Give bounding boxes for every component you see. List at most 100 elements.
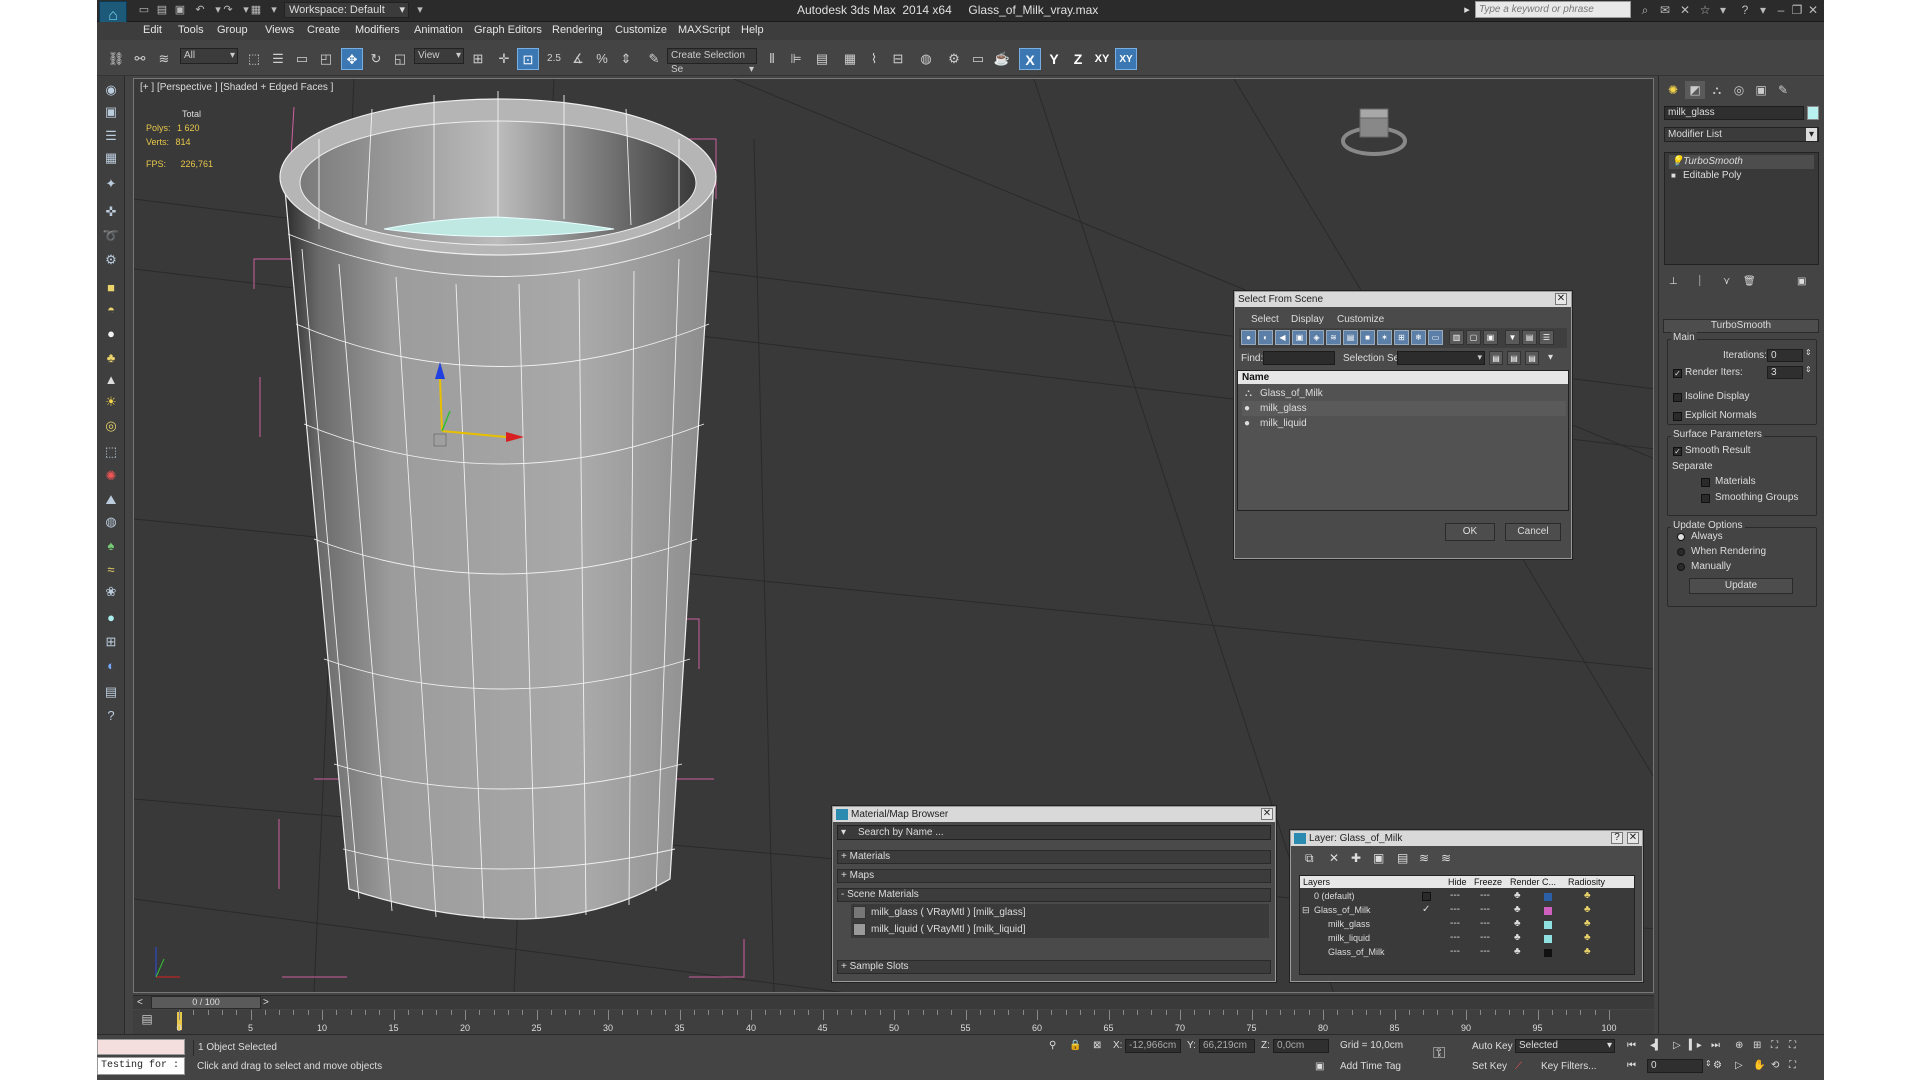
table-row[interactable]: milk_liquid --- --- ♣ ♣ xyxy=(1300,932,1634,946)
filter-icon[interactable]: ▼ xyxy=(1505,330,1520,345)
list-item[interactable]: ⛬ Glass_of_Milk xyxy=(1242,386,1566,401)
align-icon[interactable]: ⊫ xyxy=(785,48,807,70)
separate-materials-checkbox[interactable] xyxy=(1701,478,1710,487)
menu-create[interactable]: Create xyxy=(307,24,340,36)
next-frame-icon[interactable]: > xyxy=(263,997,269,1008)
restrict-plane-cycle-icon[interactable]: XY xyxy=(1115,48,1137,70)
column-hide[interactable]: Hide xyxy=(1448,876,1467,888)
hemisphere-icon[interactable]: ◓ xyxy=(101,300,121,320)
favorites-star-icon[interactable]: ☆ xyxy=(1697,2,1713,18)
delete-layer-icon[interactable]: ✕ xyxy=(1329,851,1339,865)
scene-materials-rollout[interactable]: - Scene Materials xyxy=(837,888,1271,902)
show-end-result-icon[interactable]: ⏐ xyxy=(1697,276,1703,287)
sfs-menu-customize[interactable]: Customize xyxy=(1337,314,1384,325)
freeze-toggle[interactable]: --- xyxy=(1480,932,1490,943)
update-when-rendering-radio[interactable] xyxy=(1677,548,1685,556)
render-teapot-icon[interactable]: ♣ xyxy=(1514,918,1521,929)
selection-set-remove-icon[interactable]: ▤ xyxy=(1525,351,1539,365)
hierarchy-tab-icon[interactable]: ⛬ xyxy=(1707,81,1727,99)
go-to-end-icon[interactable]: ⏭ xyxy=(1711,1040,1720,1051)
update-manually-radio[interactable] xyxy=(1677,563,1685,571)
rectangular-selection-icon[interactable]: ▭ xyxy=(291,48,313,70)
play-icon[interactable]: ▷ xyxy=(1673,1040,1681,1051)
freeze-all-icon[interactable]: ≋ xyxy=(1441,851,1451,865)
cone-icon[interactable]: ▲ xyxy=(101,370,121,390)
freeze-toggle[interactable]: --- xyxy=(1480,946,1490,957)
display-frozen-icon[interactable]: ❄ xyxy=(1411,330,1426,345)
percent-snap-icon[interactable]: % xyxy=(591,48,613,70)
layer-help-button[interactable]: ? xyxy=(1611,832,1623,844)
menu-animation[interactable]: Animation xyxy=(414,24,463,36)
close-window-icon[interactable]: ✕ xyxy=(1805,2,1821,18)
display-none-icon[interactable]: ▢ xyxy=(1466,330,1481,345)
hold-icon[interactable]: ▦ xyxy=(249,3,263,17)
display-all-icon[interactable]: ▥ xyxy=(1449,330,1464,345)
restrict-xy-button[interactable]: XY xyxy=(1091,48,1113,70)
add-to-layer-icon[interactable]: ✚ xyxy=(1351,851,1361,865)
layer-color-swatch[interactable] xyxy=(1544,935,1552,943)
foliage-icon[interactable]: ♠ xyxy=(101,536,121,556)
sun-icon[interactable]: ☀ xyxy=(101,392,121,412)
helper-icon[interactable]: ✜ xyxy=(101,202,121,222)
isoline-display-checkbox[interactable] xyxy=(1673,393,1682,402)
display-bones-icon[interactable]: ✶ xyxy=(1377,330,1392,345)
binoculars-icon[interactable]: ⌕ xyxy=(1637,2,1653,18)
filter-options-icon[interactable]: ▤ xyxy=(1522,330,1537,345)
add-time-tag-button[interactable]: Add Time Tag xyxy=(1340,1061,1401,1072)
table-row[interactable]: ⊟ Glass_of_Milk ✓ --- --- ♣ ♣ xyxy=(1300,904,1634,918)
select-in-layer-icon[interactable]: ▣ xyxy=(1373,851,1384,865)
hide-toggle[interactable]: --- xyxy=(1450,904,1460,915)
particle-icon[interactable]: ✺ xyxy=(101,466,121,486)
selection-filter-dropdown[interactable]: All ▾ xyxy=(180,48,238,64)
redo-icon[interactable]: ↷ xyxy=(221,3,235,17)
open-file-icon[interactable]: ▤ xyxy=(155,3,169,17)
table-icon[interactable]: ▦ xyxy=(101,148,121,168)
help-dropdown-icon[interactable]: ▾ xyxy=(1755,2,1771,18)
layer-color-swatch[interactable] xyxy=(1544,907,1552,915)
select-and-rotate-icon[interactable]: ↻ xyxy=(365,48,387,70)
display-spacewarps-icon[interactable]: ≋ xyxy=(1326,330,1341,345)
pivot-center-icon[interactable]: ⊞ xyxy=(467,48,489,70)
spinner-arrows-icon[interactable]: ⇕ xyxy=(1805,365,1812,374)
display-hidden-icon[interactable]: ▭ xyxy=(1428,330,1443,345)
remove-modifier-icon[interactable]: 🗑 xyxy=(1743,276,1756,287)
radiosity-icon[interactable]: ♣ xyxy=(1584,904,1591,915)
maps-rollout[interactable]: + Maps xyxy=(837,869,1271,883)
column-options-icon[interactable]: ☰ xyxy=(1539,330,1554,345)
restrict-y-button[interactable]: Y xyxy=(1043,48,1065,70)
field-of-view-icon[interactable]: ▷ xyxy=(1735,1060,1743,1071)
separate-smoothing-groups-checkbox[interactable] xyxy=(1701,494,1710,503)
explicit-normals-checkbox[interactable] xyxy=(1673,412,1682,421)
zoom-extents-icon[interactable]: ⛶ xyxy=(1771,1040,1778,1051)
hide-toggle[interactable]: --- xyxy=(1450,946,1460,957)
hide-all-icon[interactable]: ≋ xyxy=(1419,851,1429,865)
highlight-layer-icon[interactable]: ▤ xyxy=(1397,851,1408,865)
time-tag-icon[interactable]: ▣ xyxy=(1315,1061,1324,1072)
menu-maxscript[interactable]: MAXScript xyxy=(678,24,730,36)
cancel-button[interactable]: Cancel xyxy=(1505,523,1561,541)
pan-view-icon[interactable]: ✋ xyxy=(1753,1060,1765,1071)
new-file-icon[interactable]: ▭ xyxy=(137,3,151,17)
select-and-manipulate-icon[interactable]: ✛ xyxy=(493,48,515,70)
subscription-icon[interactable]: ✉ xyxy=(1657,2,1673,18)
select-object-icon[interactable]: ⬚ xyxy=(243,48,265,70)
selection-set-add-icon[interactable]: ▤ xyxy=(1489,351,1503,365)
layer-manager-icon[interactable]: ▤ xyxy=(811,48,833,70)
space-warp-icon[interactable]: ➰ xyxy=(101,226,121,246)
list-item[interactable]: ● milk_glass xyxy=(1242,401,1566,416)
favorites-dropdown-icon[interactable]: ▾ xyxy=(1715,2,1731,18)
stack-item-editable-poly[interactable]: ■ Editable Poly xyxy=(1669,169,1814,183)
curve-editor-icon[interactable]: ⌇ xyxy=(863,48,885,70)
menu-group[interactable]: Group xyxy=(217,24,248,36)
set-key-button[interactable]: Set Key xyxy=(1472,1061,1507,1072)
selection-set-dropdown[interactable]: ▾ xyxy=(1397,351,1485,365)
table-row[interactable]: 0 (default) --- --- ♣ ♣ xyxy=(1300,890,1634,904)
iterations-spinner[interactable]: 0 xyxy=(1767,349,1803,362)
zoom-icon[interactable]: ⊕ xyxy=(1735,1040,1743,1051)
workspace-selector[interactable]: Workspace: Default ▾ xyxy=(284,2,409,18)
search-by-name-input[interactable]: Search by Name ... xyxy=(858,827,944,838)
named-selection-dropdown[interactable]: Create Selection Se ▾ xyxy=(667,48,757,75)
select-and-link-icon[interactable]: ⛓ xyxy=(105,48,127,70)
close-icon[interactable]: ✕ xyxy=(1555,293,1567,305)
graphite-ribbon-icon[interactable]: ▦ xyxy=(839,48,861,70)
